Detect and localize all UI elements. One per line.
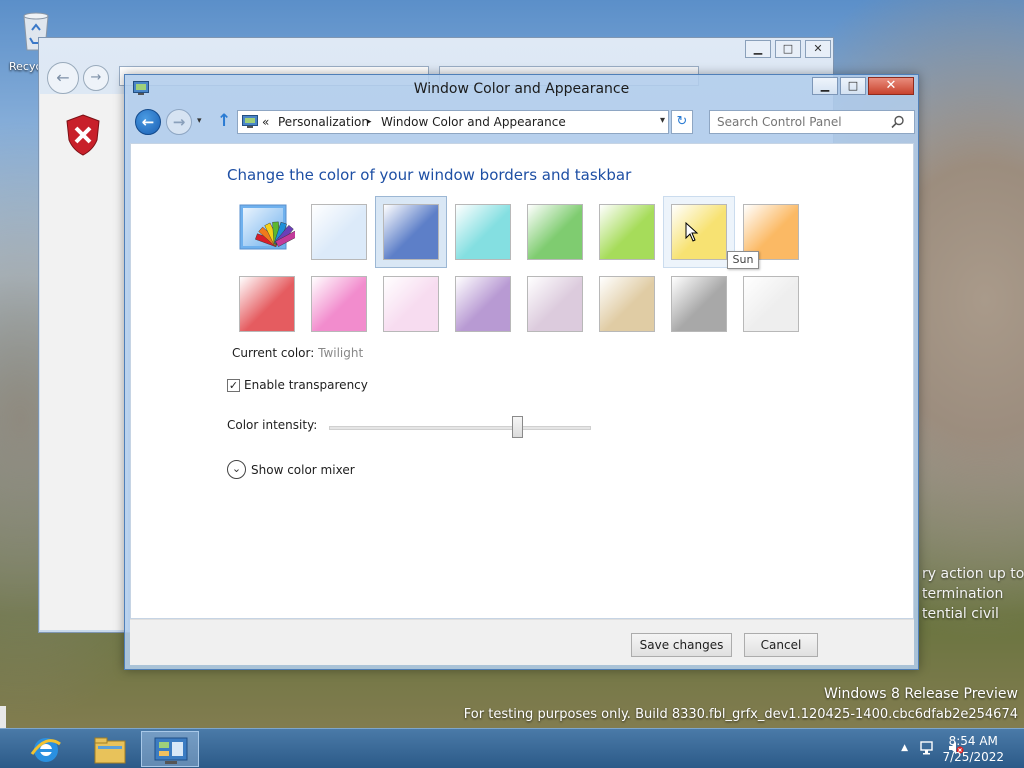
transparency-row[interactable]: ✓ Enable transparency: [227, 378, 368, 392]
bg-maximize-button[interactable]: □: [775, 40, 801, 58]
mouse-cursor-icon: [685, 222, 699, 242]
taskbar-control-panel[interactable]: [141, 731, 199, 767]
current-color-text: Current color: Twilight: [232, 346, 363, 360]
color-swatch-chocolate[interactable]: [527, 276, 583, 332]
breadcrumb-separator-icon[interactable]: ▸: [367, 117, 372, 127]
save-changes-button[interactable]: Save changes: [631, 633, 732, 657]
address-bar[interactable]: « Personalization ▸ Window Color and App…: [237, 110, 669, 134]
clock-time: 8:54 AM: [948, 734, 998, 748]
color-swatch-twilight[interactable]: [383, 204, 439, 260]
swatch-tooltip: Sun: [727, 251, 759, 269]
color-swatch-leaf[interactable]: [527, 204, 583, 260]
current-color-label: Current color:: [232, 346, 315, 360]
color-swatch-sun[interactable]: [671, 204, 727, 260]
folder-icon: [94, 737, 126, 764]
clock-date: 7/25/2022: [942, 750, 1004, 764]
main-content: Change the color of your window borders …: [130, 143, 914, 619]
show-hidden-icons-arrow-icon[interactable]: ▲: [901, 743, 908, 755]
color-swatch-sky[interactable]: [311, 204, 367, 260]
color-intensity-thumb[interactable]: [512, 416, 523, 438]
color-swatch-white[interactable]: [743, 276, 799, 332]
chevron-down-icon[interactable]: ⌄: [227, 460, 246, 479]
window-color-appearance-window[interactable]: Window Color and Appearance ▁ □ ✕ ← → ▾ …: [124, 74, 919, 670]
color-swatch-lavender[interactable]: [383, 276, 439, 332]
minimize-button[interactable]: ▁: [812, 77, 838, 95]
current-color-value: Twilight: [318, 346, 364, 360]
control-panel-taskbar-icon: [154, 737, 188, 764]
watermark-build: For testing purposes only. Build 8330.fb…: [463, 707, 1018, 722]
taskbar: ▲ 8:54 AM 7/25/2022: [0, 728, 1024, 768]
recent-pages-chevron-icon[interactable]: ▾: [197, 116, 202, 126]
search-input[interactable]: [709, 110, 915, 134]
navigation-bar: ← → ▾ ↑ « Personalization ▸ Window Color…: [125, 107, 918, 137]
color-swatch-lime[interactable]: [599, 204, 655, 260]
transparency-label[interactable]: Enable transparency: [244, 378, 368, 392]
up-arrow-icon[interactable]: ↑: [217, 111, 231, 131]
color-swatch-taupe[interactable]: [455, 276, 511, 332]
address-overflow-chevron[interactable]: «: [262, 115, 269, 129]
window-title: Window Color and Appearance: [413, 81, 630, 97]
system-clock[interactable]: 8:54 AM 7/25/2022: [942, 733, 1004, 765]
desktop-decoration: [0, 706, 24, 730]
color-swatch-frost[interactable]: [671, 276, 727, 332]
color-swatch-sea[interactable]: [455, 204, 511, 260]
bg-forward-icon[interactable]: →: [83, 65, 109, 91]
control-panel-small-icon: [242, 115, 258, 128]
watermark-title: Windows 8 Release Preview: [824, 686, 1018, 702]
taskbar-internet-explorer[interactable]: [16, 731, 74, 767]
breadcrumb-window-color[interactable]: Window Color and Appearance: [381, 115, 566, 129]
refresh-icon[interactable]: ↻: [671, 110, 693, 134]
close-button[interactable]: ✕: [868, 77, 914, 95]
maximize-button[interactable]: □: [840, 77, 866, 95]
automatic-color-palette-icon: [239, 204, 299, 250]
color-swatch-violet[interactable]: [311, 276, 367, 332]
search-icon[interactable]: [891, 115, 905, 129]
color-swatch-slate[interactable]: [599, 276, 655, 332]
bg-back-icon[interactable]: ←: [47, 62, 79, 94]
bg-page-area: [40, 94, 128, 630]
recycle-bin-label[interactable]: Recyc: [9, 60, 42, 73]
bg-close-button[interactable]: ✕: [805, 40, 831, 58]
network-icon[interactable]: [920, 741, 936, 755]
color-intensity-label: Color intensity:: [227, 418, 318, 432]
dialog-footer: Save changes Cancel: [130, 619, 914, 665]
breadcrumb-personalization[interactable]: Personalization: [278, 115, 369, 129]
color-mixer-label[interactable]: Show color mixer: [251, 463, 355, 477]
page-heading: Change the color of your window borders …: [227, 166, 632, 184]
title-bar[interactable]: Window Color and Appearance ▁ □ ✕: [125, 75, 918, 105]
color-swatch-blush[interactable]: [239, 276, 295, 332]
taskbar-file-explorer[interactable]: [80, 731, 138, 767]
address-dropdown-chevron-icon[interactable]: ▾: [660, 115, 665, 126]
color-intensity-slider[interactable]: [329, 426, 591, 430]
background-page-text: ry action up to termination tential civi…: [922, 566, 1024, 622]
transparency-checkbox[interactable]: ✓: [227, 378, 240, 392]
color-swatch-automatic[interactable]: [239, 204, 299, 260]
cancel-button[interactable]: Cancel: [744, 633, 818, 657]
forward-arrow-icon[interactable]: →: [166, 109, 192, 135]
color-mixer-toggle[interactable]: ⌄ Show color mixer: [227, 460, 355, 479]
build-watermark: Windows 8 Release Preview For testing pu…: [464, 684, 1018, 726]
back-arrow-icon[interactable]: ←: [135, 109, 161, 135]
internet-explorer-icon: [30, 738, 61, 762]
security-shield-icon: [66, 114, 100, 156]
bg-minimize-button[interactable]: ▁: [745, 40, 771, 58]
